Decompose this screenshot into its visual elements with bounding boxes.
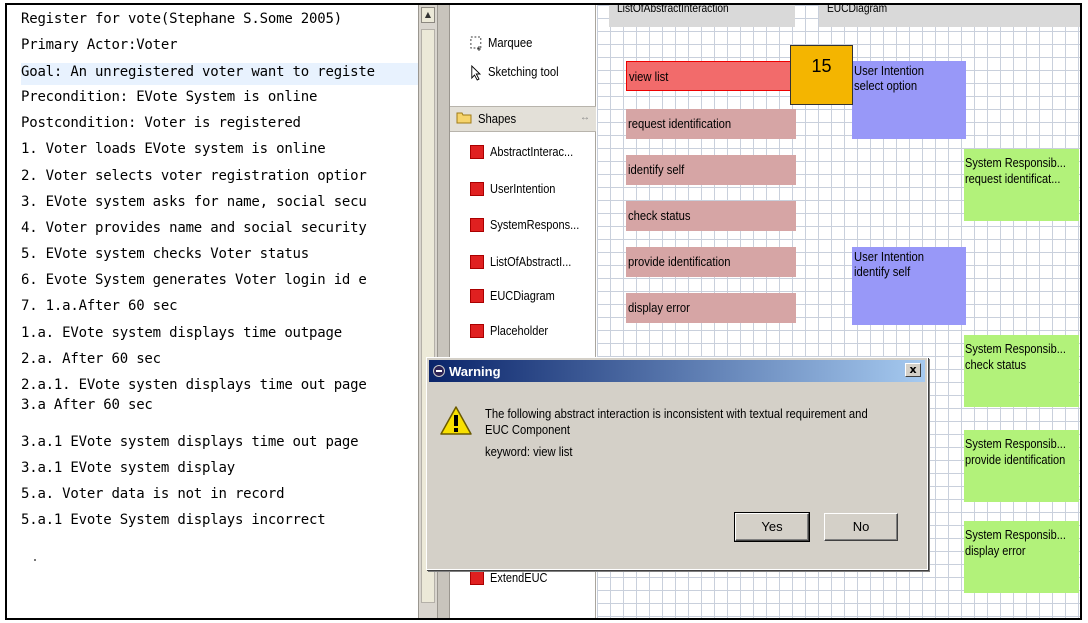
editor-line: 2.a. After 60 sec <box>21 351 161 367</box>
shape-icon <box>470 324 484 338</box>
shape-icon <box>470 289 484 303</box>
palette-item-extend-euc[interactable]: ExtendEUC <box>470 567 555 589</box>
shapes-drawer-header[interactable]: Shapes ↔ <box>450 106 596 132</box>
marquee-tool[interactable]: Marquee <box>470 32 532 54</box>
warning-icon <box>439 405 473 437</box>
editor-line: 2.a.1. EVote systen displays time out pa… <box>21 377 367 393</box>
dialog-message: The following abstract interaction is in… <box>485 406 915 460</box>
editor-line: 1. Voter loads EVote system is online <box>21 141 326 157</box>
system-responsibility-display-error[interactable]: System Responsib... display error <box>964 521 1079 593</box>
yes-button[interactable]: Yes <box>734 512 810 542</box>
palette-item-label: ExtendEUC <box>490 571 548 585</box>
palette-item-list-of-abstract-interaction[interactable]: ListOfAbstractI... <box>470 251 582 273</box>
editor-line: 6. Evote System generates Voter login id… <box>21 272 367 288</box>
palette-item-label: EUCDiagram <box>490 289 555 303</box>
euc-diagram-header[interactable]: EUCDiagram <box>819 5 1080 27</box>
dialog-titlebar[interactable]: Warning x <box>429 360 925 382</box>
no-button[interactable]: No <box>824 513 898 541</box>
editor-line: 5. EVote system checks Voter status <box>21 246 310 262</box>
editor-line: Postcondition: Voter is registered <box>21 115 301 131</box>
abstract-interaction-identify-self[interactable]: identify self <box>626 155 796 185</box>
editor-line: Precondition: EVote System is online <box>21 89 318 105</box>
screenshot-frame: Register for vote(Stephane S.Some 2005) … <box>5 3 1082 620</box>
shape-icon <box>470 255 484 269</box>
palette-item-user-intention[interactable]: UserIntention <box>470 178 564 200</box>
collapse-icon[interactable]: ↔ <box>580 112 590 123</box>
shape-icon <box>470 182 484 196</box>
marquee-label: Marquee <box>488 36 533 50</box>
abstract-interaction-view-list[interactable]: view list <box>626 61 806 91</box>
annotation-badge: 15 <box>790 45 853 105</box>
editor-line: Register for vote(Stephane S.Some 2005) <box>21 11 342 27</box>
editor-line: Primary Actor:Voter <box>21 37 178 53</box>
shape-icon <box>470 218 484 232</box>
sketching-label: Sketching tool <box>488 65 559 79</box>
use-case-text-editor[interactable]: Register for vote(Stephane S.Some 2005) … <box>7 5 419 618</box>
user-intention-identify-self[interactable]: User Intention identify self <box>852 247 966 325</box>
abstract-interaction-provide-identification[interactable]: provide identification <box>626 247 796 277</box>
editor-line-current: Goal: An unregistered voter want to regi… <box>21 63 419 85</box>
pointer-arrow-icon <box>470 64 483 81</box>
close-button[interactable]: x <box>905 363 921 377</box>
editor-line: 3.a.1 EVote system display <box>21 460 235 476</box>
palette-item-placeholder[interactable]: Placeholder <box>470 320 556 342</box>
system-responsibility-request-identification[interactable]: System Responsib... request identificat.… <box>964 149 1079 221</box>
dialog-title: Warning <box>449 363 501 379</box>
editor-line: 3. EVote system asks for name, social se… <box>21 194 367 210</box>
shapes-header-label: Shapes <box>478 112 517 126</box>
marquee-icon <box>470 36 483 51</box>
folder-icon <box>456 111 472 127</box>
abstract-interaction-check-status[interactable]: check status <box>626 201 796 231</box>
shape-icon <box>470 571 484 585</box>
eclipse-icon <box>433 365 445 377</box>
editor-line: 3.a.1 EVote system displays time out pag… <box>21 434 359 450</box>
palette-item-abstract-interaction[interactable]: AbstractInterac... <box>470 141 584 163</box>
editor-caret-mark <box>34 559 36 561</box>
system-responsibility-provide-identification[interactable]: System Responsib... provide identificati… <box>964 430 1079 502</box>
list-of-abstract-interaction-header[interactable]: ListOfAbstractInteraction <box>609 5 795 27</box>
close-icon: x <box>909 363 917 376</box>
palette-item-label: UserIntention <box>490 182 556 196</box>
system-responsibility-check-status[interactable]: System Responsib... check status <box>964 335 1079 407</box>
sketching-tool[interactable]: Sketching tool <box>470 61 559 83</box>
scroll-up-arrow-icon[interactable]: ▲ <box>421 7 435 23</box>
editor-line: 5.a. Voter data is not in record <box>21 486 285 502</box>
user-intention-select-option[interactable]: User Intention select option <box>852 61 966 139</box>
editor-line: 4. Voter provides name and social securi… <box>21 220 367 236</box>
editor-line: 7. 1.a.After 60 sec <box>21 298 178 314</box>
palette-item-euc-diagram[interactable]: EUCDiagram <box>470 285 564 307</box>
message-line: EUC Component <box>485 423 571 437</box>
abstract-interaction-display-error[interactable]: display error <box>626 293 796 323</box>
message-line: The following abstract interaction is in… <box>485 407 868 421</box>
editor-line: 5.a.1 Evote System displays incorrect <box>21 512 326 528</box>
editor-line: 1.a. EVote system displays time outpage <box>21 325 342 341</box>
message-keyword: keyword: view list <box>485 445 573 459</box>
warning-dialog: Warning x The following abstract interac… <box>426 357 928 570</box>
editor-line: 2. Voter selects voter registration opti… <box>21 168 367 184</box>
palette-item-system-responsibility[interactable]: SystemRespons... <box>470 214 591 236</box>
palette-item-label: SystemRespons... <box>490 218 580 232</box>
palette-item-label: ListOfAbstractI... <box>490 255 572 269</box>
abstract-interaction-request-identification[interactable]: request identification <box>626 109 796 139</box>
editor-line: 3.a After 60 sec <box>21 397 153 413</box>
palette-item-label: Placeholder <box>490 324 549 338</box>
shape-icon <box>470 145 484 159</box>
palette-item-label: AbstractInterac... <box>490 145 574 159</box>
